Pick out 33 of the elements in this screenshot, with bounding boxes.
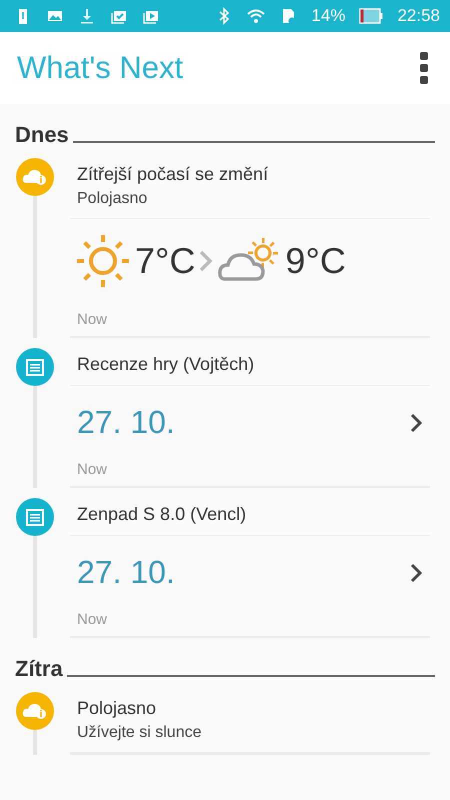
event-date: 27. 10. <box>77 404 175 441</box>
sun-icon <box>75 233 131 289</box>
chevron-icon <box>199 250 214 272</box>
temperature: 7°C <box>135 240 196 282</box>
card-subtitle: Polojasno <box>77 190 148 208</box>
card-time: Now <box>76 461 108 480</box>
calendar-icon <box>25 507 45 527</box>
card-title: Recenze hry (Vojtěch) <box>77 354 256 375</box>
timeline-card[interactable]: Zítřejší počasí se změní Polojasno 7°C 9°C Now <box>70 148 430 338</box>
card-time: Now <box>76 611 108 630</box>
calendar-icon <box>25 357 45 377</box>
battery-percent: 14% <box>311 6 346 26</box>
timeline-card[interactable]: Zenpad S 8.0 (Vencl) 27. 10. Now <box>70 488 430 638</box>
event-date: 27. 10. <box>77 554 175 591</box>
chevron-button[interactable] <box>410 412 422 432</box>
card-time: Now <box>76 311 108 330</box>
card-title: Polojasno <box>77 698 158 719</box>
timeline-card[interactable]: Recenze hry (Vojtěch) 27. 10. Now <box>70 338 430 488</box>
temperature: 9°C <box>285 240 346 282</box>
chevron-button[interactable] <box>410 562 422 582</box>
card-subtitle: Užívejte si slunce <box>77 724 202 742</box>
card-title: Zenpad S 8.0 (Vencl) <box>77 504 248 525</box>
download-icon <box>78 7 96 25</box>
clock: 22:58 <box>397 6 440 26</box>
app-title: What's Next <box>17 50 184 86</box>
section-heading: Dnes <box>15 122 69 148</box>
battery-icon <box>359 8 384 24</box>
timeline-card[interactable]: Polojasno Užívejte si slunce <box>70 682 430 755</box>
section-heading: Zítra <box>15 656 63 682</box>
card-title: Zítřejší počasí se změní <box>77 164 270 185</box>
wifi-icon <box>247 7 266 25</box>
cloud-info-icon <box>22 167 48 187</box>
cloud-info-icon <box>22 701 48 721</box>
